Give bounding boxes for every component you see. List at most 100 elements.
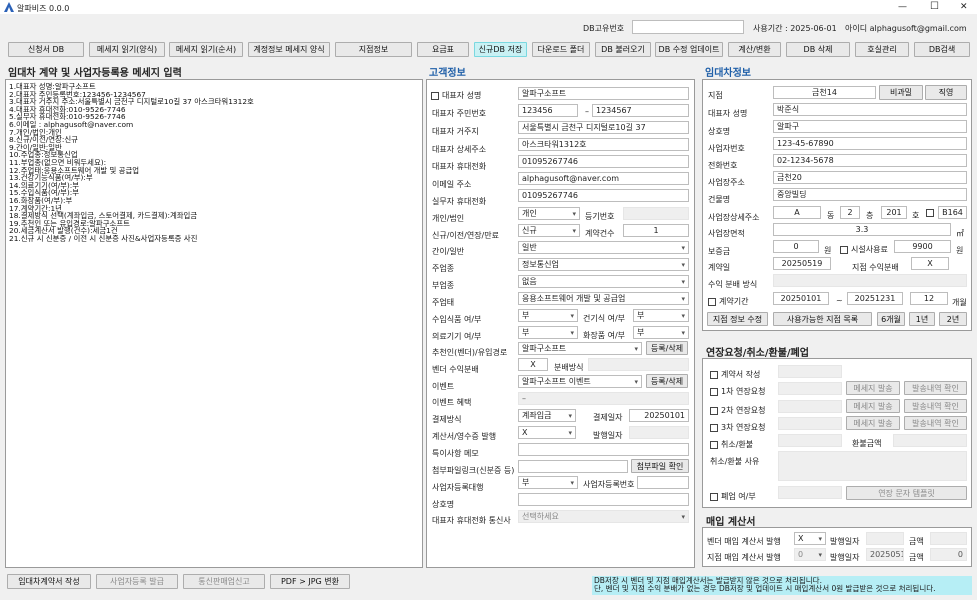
lease-company-input[interactable]: 알파구 [773,120,967,133]
btn-download-folder[interactable]: 다운로드 폴더 [532,42,590,57]
biz-reg-select[interactable]: 부 ▾ [518,476,578,489]
facility-checkbox[interactable]: 시설사용료 [840,244,888,255]
event-select[interactable]: 알파구소프트 이벤트 ▾ [518,375,642,388]
lease-building-input[interactable]: 중앙빌딩 [773,188,967,201]
referrer-register-button[interactable]: 등록/삭제 [646,341,688,355]
btn-read-msg-form[interactable]: 메세지 읽기(양식) [89,42,165,57]
extend-template-button[interactable]: 연장 문자 템플릿 [846,486,967,500]
pay-select[interactable]: 계좌입금 ▾ [518,409,576,422]
lease-place-input[interactable]: 금천20 [773,171,967,184]
extend-2-history-button[interactable]: 발송내역 확인 [904,399,967,413]
biz-reg-issue-button[interactable]: 사업자등록 발급 [96,574,178,589]
refund-amount-input[interactable] [893,434,967,447]
lease-bizno-input[interactable]: 123-45-67890 [773,137,967,150]
btn-read-msg-order[interactable]: 메세지 읽기(순서) [169,42,243,57]
close-checkbox[interactable]: 폐업 여/부 [710,491,756,502]
branch-date-input[interactable]: 20250519 [866,548,904,561]
btn-branch-info[interactable]: 지점정보 [335,42,412,57]
rep-name-input[interactable]: 알파구소프트 [518,87,689,100]
attach-check-button[interactable]: 첨부파일 확인 [631,459,689,473]
vendor-share-input[interactable]: X [518,358,548,371]
pay-date-input[interactable]: 20250101 [629,409,689,422]
sub-industry-select[interactable]: 없음 ▾ [518,275,689,288]
period-checkbox[interactable]: 계약기간 [708,296,748,307]
phone-input[interactable]: 01095267746 [518,155,689,168]
rep-name-checkbox[interactable]: 대표자 성명 [431,90,481,101]
period-1y-button[interactable]: 1년 [909,312,935,326]
message-textarea[interactable]: 1.대표자 성명:알파구소프트 2.대표자 주민등록번호:123456-12345… [5,79,423,568]
months-input[interactable]: 12 [910,292,948,305]
vendor-amount-input[interactable] [930,532,967,545]
health-food-select[interactable]: 부 ▾ [633,309,689,322]
period-2y-button[interactable]: 2년 [939,312,967,326]
branch-input[interactable]: 금천14 [773,86,876,99]
company-input[interactable] [518,493,689,506]
vendor-date-input[interactable] [866,532,904,545]
extend-3-send-button[interactable]: 메세지 발송 [846,416,900,430]
invoice-select[interactable]: X ▾ [518,426,576,439]
biz-no-input[interactable] [637,476,689,489]
event-benefit-input[interactable]: – [518,392,689,405]
dong-input[interactable]: A [773,206,821,219]
close-input[interactable] [778,486,842,499]
btn-account-msg-form[interactable]: 계정정보 메세지 양식 [248,42,330,57]
profit-method-input[interactable] [773,274,967,287]
extend-2-send-button[interactable]: 메세지 발송 [846,399,900,413]
branch-edit-button[interactable]: 지점 정보 수정 [707,312,768,326]
lease-tel-input[interactable]: 02-1234-5678 [773,154,967,167]
memo-input[interactable] [518,443,689,456]
btn-calculate[interactable]: 계산/변환 [728,42,781,57]
branch-share-input[interactable]: X [911,257,949,270]
tax-type-select[interactable]: 일반 ▾ [518,241,689,254]
rrn-back-input[interactable]: 1234567 [592,104,689,117]
extend-1-send-button[interactable]: 메세지 발송 [846,381,900,395]
refund-input[interactable] [778,434,842,447]
extend-3-history-button[interactable]: 발송내역 확인 [904,416,967,430]
refund-checkbox[interactable]: 취소/환불 [710,439,753,450]
share-method-input[interactable] [588,358,689,371]
deposit-input[interactable]: 0 [773,240,819,253]
db-id-input[interactable] [632,20,744,34]
ho-input[interactable]: 201 [881,206,907,219]
refund-reason-input[interactable] [778,451,967,481]
extend-1-checkbox[interactable]: 1차 연장요청 [710,386,765,397]
btn-db-update[interactable]: DB 수정 업데이트 [655,42,723,57]
extend-1-history-button[interactable]: 발송내역 확인 [904,381,967,395]
secret-button[interactable]: 비과밀 [879,85,923,100]
main-industry-select[interactable]: 정보통신업 ▾ [518,258,689,271]
maximize-icon[interactable]: ☐ [930,1,939,12]
period-start-input[interactable]: 20250101 [773,292,829,305]
extend-1-input[interactable] [778,382,842,395]
contract-count-input[interactable]: 1 [623,224,689,237]
btn-db-search[interactable]: DB검색 [914,42,970,57]
main-business-select[interactable]: 응용소프트웨어 개발 및 공급업 ▾ [518,292,689,305]
carrier-select[interactable]: 선택하세요 ▾ [518,510,689,523]
branch-amount-input[interactable]: 0 [930,548,967,561]
facility-input[interactable]: 9900 [894,240,951,253]
referrer-select[interactable]: 알파구소프트 ▾ [518,342,642,355]
biz-type-select[interactable]: 개인 ▾ [518,207,580,220]
extend-2-checkbox[interactable]: 2차 연장요청 [710,405,765,416]
area-input[interactable]: 3.3 [773,223,951,236]
import-food-select[interactable]: 부 ▾ [518,309,578,322]
attach-input[interactable] [518,460,628,473]
worker-phone-input[interactable]: 01095267746 [518,189,689,202]
direct-button[interactable]: 직영 [925,85,967,100]
contract-date-input[interactable]: 20250519 [773,257,831,270]
period-end-input[interactable]: 20251231 [847,292,903,305]
minimize-icon[interactable]: — [898,2,907,12]
write-checkbox[interactable]: 계약서 작성 [710,369,760,380]
btn-price-table[interactable]: 요금표 [417,42,469,57]
rrn-front-input[interactable]: 123456 [518,104,578,117]
address-detail-input[interactable]: 아스크타워1312호 [518,138,689,151]
cosmetics-select[interactable]: 부 ▾ [633,326,689,339]
b-input[interactable]: B164 [938,206,967,219]
pdf-to-jpg-button[interactable]: PDF > JPG 변환 [270,574,350,589]
issue-date-input[interactable] [629,426,689,439]
period-6m-button[interactable]: 6개월 [877,312,905,326]
ecommerce-report-button[interactable]: 통신판매업신고 [183,574,265,589]
address-input[interactable]: 서울특별시 금천구 디지털로10길 37 [518,121,689,134]
btn-db-delete[interactable]: DB 삭제 [786,42,850,57]
extend-2-input[interactable] [778,400,842,413]
medical-select[interactable]: 부 ▾ [518,326,578,339]
